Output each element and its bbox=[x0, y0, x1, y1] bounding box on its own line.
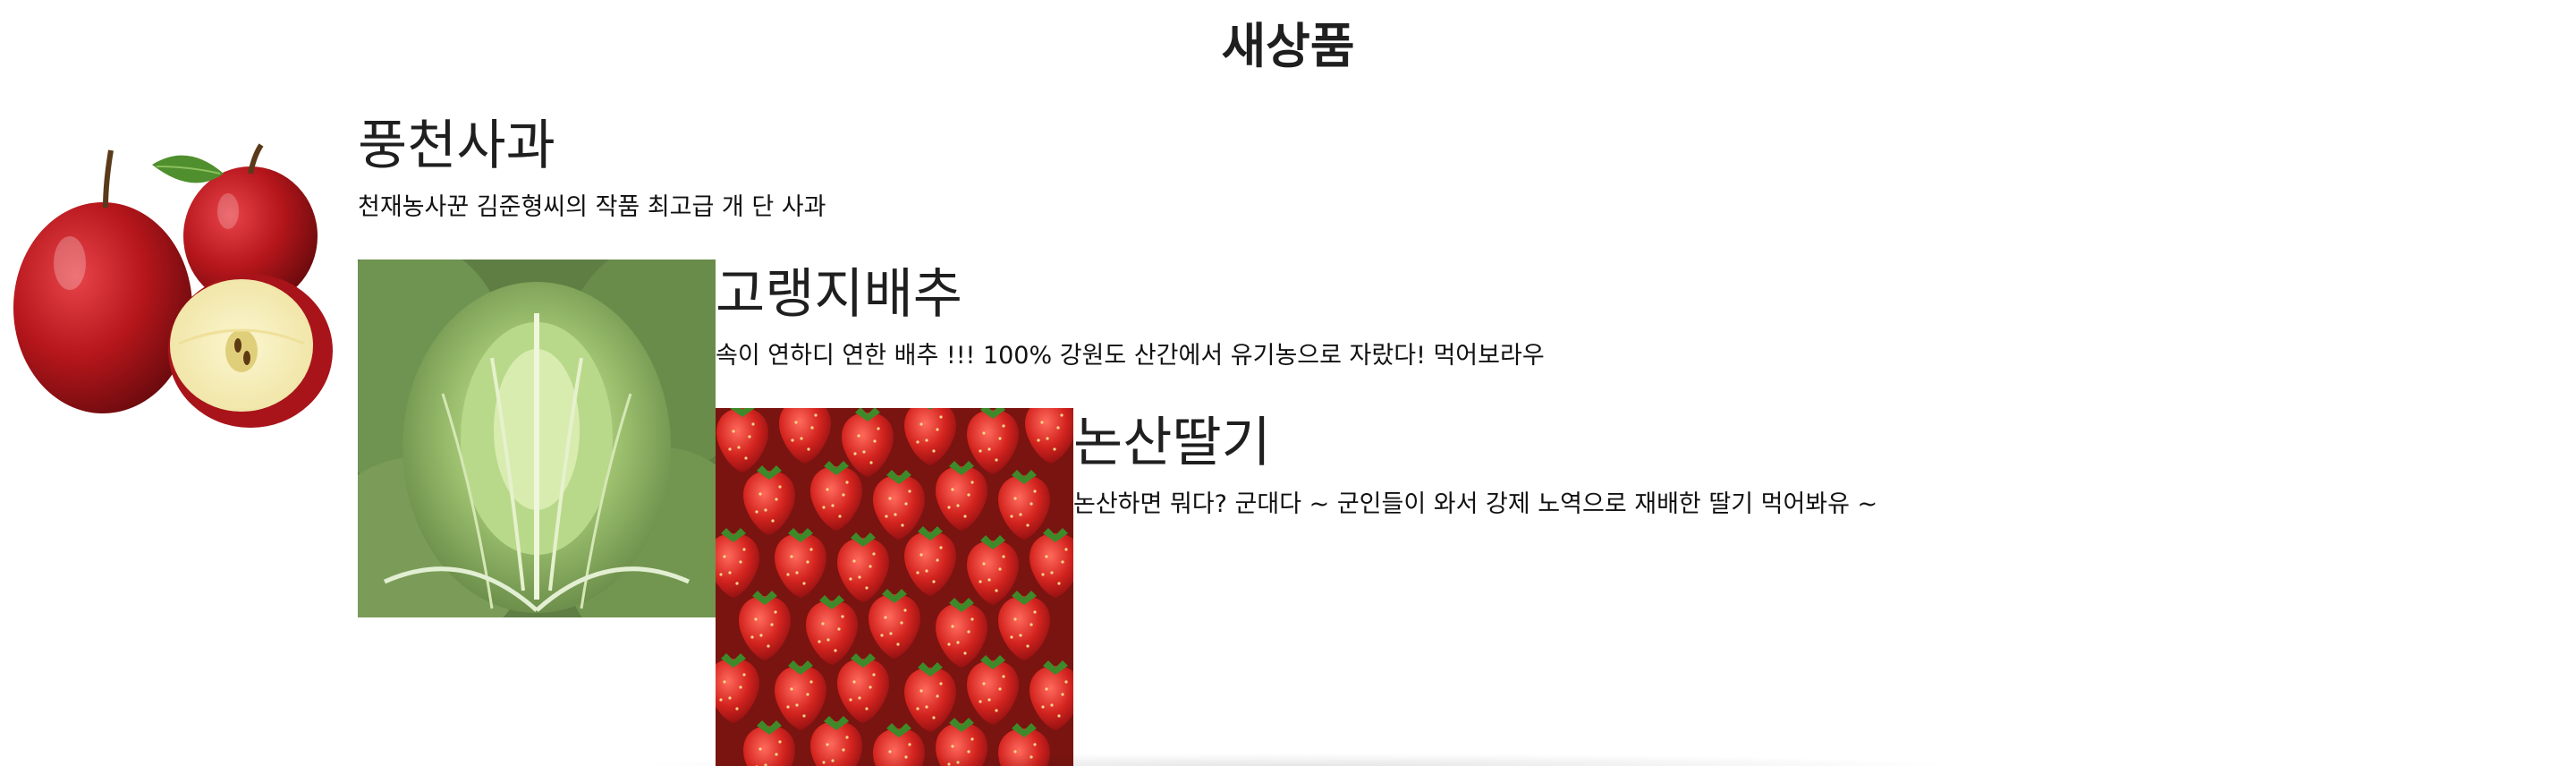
strawberries-image bbox=[716, 408, 1073, 766]
product-description: 천재농사꾼 김준형씨의 작품 최고급 개 단 사과 bbox=[358, 193, 826, 221]
product-name: 논산딸기 bbox=[1073, 412, 1271, 474]
product-description: 논산하면 뭐다? 군대다 ~ 군인들이 와서 강제 노역으로 재배한 딸기 먹어… bbox=[1073, 490, 1878, 518]
page: 새상품 풍천사과 천재농사꾼 김준형씨의 작품 최고급 개 단 사과 고랭지배추… bbox=[0, 0, 2576, 766]
product-name: 풍천사과 bbox=[358, 115, 555, 177]
page-title: 새상품 bbox=[1221, 18, 1355, 74]
napa-cabbage-image bbox=[358, 260, 716, 617]
product-description: 속이 연하디 연한 배추 !!! 100% 강원도 산간에서 유기농으로 자랐다… bbox=[716, 342, 1545, 370]
apple-image bbox=[0, 111, 358, 469]
product-name: 고랭지배추 bbox=[716, 263, 962, 326]
